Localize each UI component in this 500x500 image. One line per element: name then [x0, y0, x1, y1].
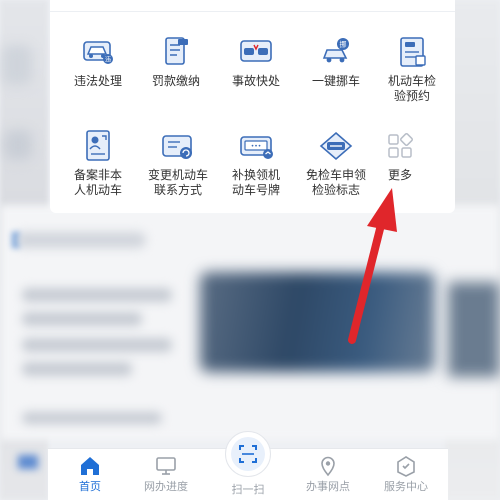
- background-blur-block: [4, 130, 32, 160]
- tab-service-center[interactable]: 服务中心: [374, 449, 438, 500]
- location-icon: [321, 456, 335, 477]
- svg-text:•••: •••: [251, 143, 262, 150]
- service-accident[interactable]: 事故快处: [216, 34, 296, 89]
- exempt-badge-icon: [319, 131, 353, 161]
- background-text-line: [22, 362, 132, 376]
- tab-label: 服务中心: [384, 480, 428, 493]
- service-center-icon: [397, 456, 415, 477]
- svg-text:挪: 挪: [340, 40, 347, 49]
- service-label: 更多: [387, 168, 412, 182]
- svg-text:违: 违: [105, 57, 111, 64]
- monitor-icon: [156, 457, 176, 475]
- tab-label: 首页: [79, 480, 101, 493]
- service-car-violation[interactable]: 违 违法处理: [58, 34, 138, 89]
- fine-payment-icon: [165, 37, 188, 65]
- vehicle-registration-icon: [86, 130, 110, 161]
- car-violation-icon: 违: [83, 41, 113, 64]
- tab-home[interactable]: 首页: [58, 449, 122, 500]
- service-label: 变更机动车 联系方式: [147, 168, 208, 197]
- background-news-image: [200, 272, 435, 372]
- bottom-tab-bar: 首页 网办进度 扫一扫 办事网点 服务中心: [48, 431, 448, 500]
- tab-progress[interactable]: 网办进度: [134, 449, 198, 500]
- background-text-line: [22, 312, 142, 326]
- contact-change-icon: [162, 135, 192, 159]
- service-label: 机动车检 验预约: [387, 74, 436, 103]
- service-license-plate[interactable]: ••• 补换领机 动车号牌: [216, 128, 296, 198]
- scan-button[interactable]: [225, 431, 271, 477]
- move-car-icon: 挪: [322, 38, 349, 63]
- service-label: 一键挪车: [311, 74, 360, 88]
- scan-button-inner: [231, 437, 265, 471]
- background-news-image: [448, 282, 500, 377]
- background-text-line: [22, 288, 172, 302]
- tab-scan[interactable]: 扫一扫: [216, 431, 280, 500]
- tab-label: 办事网点: [306, 480, 350, 493]
- service-label: 事故快处: [231, 74, 280, 88]
- tab-service-points[interactable]: 办事网点: [296, 449, 360, 500]
- service-vehicle-registration[interactable]: 备案非本 人机动车: [58, 128, 138, 198]
- background-blur-block: [2, 45, 32, 85]
- service-label: 罚款缴纳: [151, 74, 200, 88]
- background-badge: [18, 455, 38, 469]
- scan-icon: [239, 445, 257, 463]
- card-top-divider: [50, 0, 455, 12]
- service-inspection-booking[interactable]: 机动车检 验预约: [372, 34, 452, 104]
- tab-label: 网办进度: [144, 480, 188, 493]
- home-icon: [81, 457, 99, 475]
- service-grid-card: 违 违法处理 罚款缴纳 事故快处 挪 一键挪车 机动车检 验预约 备案非本 人机…: [50, 0, 455, 213]
- service-move-car[interactable]: 挪 一键挪车: [296, 34, 376, 89]
- service-more[interactable]: 更多: [360, 128, 440, 183]
- service-label: 违法处理: [73, 74, 122, 88]
- background-title: [16, 232, 146, 248]
- background-text-line: [22, 338, 172, 352]
- tab-label: 扫一扫: [231, 483, 265, 496]
- more-grid-icon: [388, 133, 413, 158]
- accident-icon: [240, 40, 272, 62]
- service-contact-change[interactable]: 变更机动车 联系方式: [138, 128, 218, 198]
- inspection-booking-icon: [400, 37, 426, 67]
- service-label: 补换领机 动车号牌: [231, 168, 280, 197]
- service-fine-payment[interactable]: 罚款缴纳: [136, 34, 216, 89]
- license-plate-icon: •••: [240, 136, 273, 159]
- service-label: 备案非本 人机动车: [73, 168, 122, 197]
- background-text-line: [22, 412, 162, 424]
